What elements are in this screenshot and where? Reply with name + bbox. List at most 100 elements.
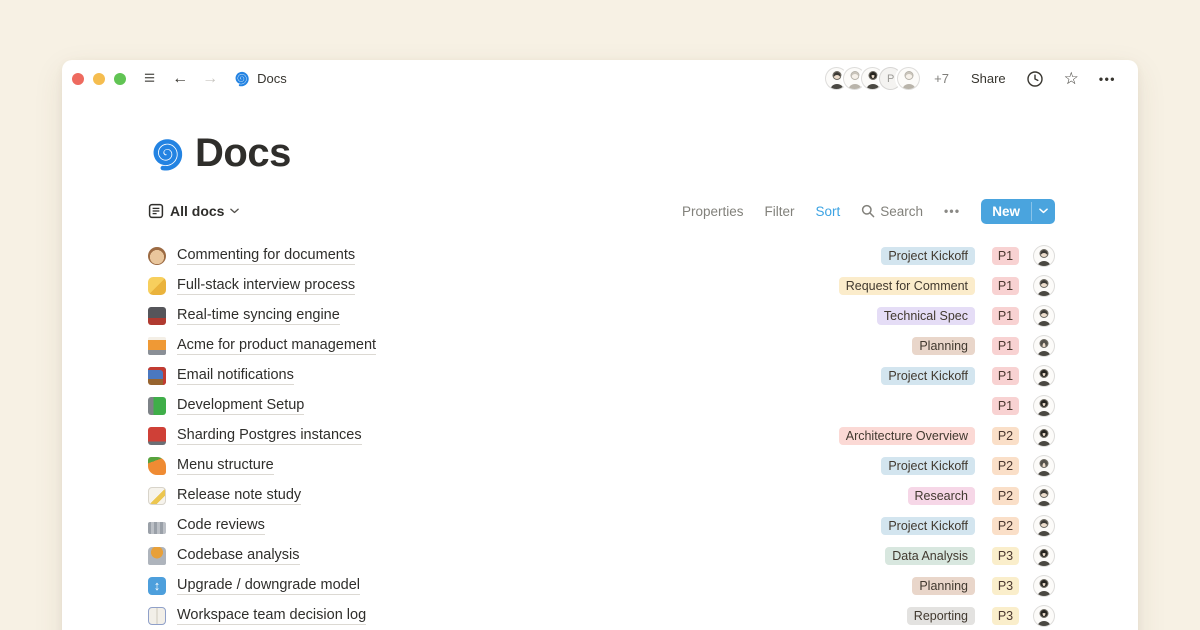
priority-badge[interactable]: P2	[992, 427, 1019, 445]
priority-badge[interactable]: P1	[992, 367, 1019, 385]
avatar-overflow-count[interactable]: +7	[934, 71, 949, 86]
doc-title[interactable]: Sharding Postgres instances	[177, 427, 362, 445]
view-switcher[interactable]: All docs	[148, 203, 239, 219]
assignee-avatar[interactable]	[1033, 245, 1055, 267]
doc-row[interactable]: Upgrade / downgrade model Planning P3	[148, 571, 1055, 601]
assignee-avatar[interactable]	[1033, 545, 1055, 567]
doc-title[interactable]: Upgrade / downgrade model	[177, 577, 360, 595]
doc-title[interactable]: Menu structure	[177, 457, 274, 475]
doc-row[interactable]: Development Setup P1	[148, 391, 1055, 421]
doc-list: Commenting for documents Project Kickoff…	[148, 241, 1055, 630]
doc-title[interactable]: Acme for product management	[177, 337, 376, 355]
page-header: Docs	[148, 133, 1055, 173]
sort-button[interactable]: Sort	[815, 204, 840, 219]
tag-badge[interactable]: Architecture Overview	[839, 427, 975, 445]
tag-badge[interactable]: Project Kickoff	[881, 517, 975, 535]
priority-badge[interactable]: P3	[992, 577, 1019, 595]
assignee-avatar[interactable]	[1033, 335, 1055, 357]
assignee-avatar[interactable]	[1033, 425, 1055, 447]
doc-row[interactable]: Full-stack interview process Request for…	[148, 271, 1055, 301]
share-button[interactable]: Share	[971, 71, 1006, 86]
new-button-label[interactable]: New	[981, 199, 1031, 224]
assignee-avatar[interactable]	[1033, 455, 1055, 477]
priority-badge[interactable]: P2	[992, 487, 1019, 505]
tag-badge[interactable]: Request for Comment	[839, 277, 975, 295]
doc-row[interactable]: Codebase analysis Data Analysis P3	[148, 541, 1055, 571]
priority-badge[interactable]: P1	[992, 397, 1019, 415]
priority-badge[interactable]: P3	[992, 547, 1019, 565]
tag-badge[interactable]: Reporting	[907, 607, 975, 625]
collaborator-avatar[interactable]	[897, 67, 920, 90]
fuel-pump-icon	[148, 427, 166, 445]
tag-badge[interactable]: Research	[908, 487, 976, 505]
assignee-avatar[interactable]	[1033, 395, 1055, 417]
priority-badge[interactable]: P2	[992, 517, 1019, 535]
doc-row[interactable]: Acme for product management Planning P1	[148, 331, 1055, 361]
search-label: Search	[880, 204, 923, 219]
doc-row[interactable]: Menu structure Project Kickoff P2	[148, 451, 1055, 481]
chevron-down-icon	[230, 208, 239, 214]
priority-badge[interactable]: P1	[992, 307, 1019, 325]
desktop-background: ≡ ← → Docs P +7 Share	[0, 0, 1200, 630]
favorite-star-icon[interactable]: ☆	[1054, 70, 1089, 87]
tag-badge[interactable]: Project Kickoff	[881, 247, 975, 265]
tag-badge[interactable]: Data Analysis	[885, 547, 975, 565]
new-button-chevron-icon[interactable]	[1032, 199, 1055, 224]
app-logo-icon	[233, 70, 250, 87]
view-more-options-icon[interactable]: •••	[944, 204, 960, 218]
doc-title[interactable]: Commenting for documents	[177, 247, 355, 265]
back-button[interactable]: ←	[165, 71, 195, 87]
doc-row[interactable]: Email notifications Project Kickoff P1	[148, 361, 1055, 391]
assignee-avatar[interactable]	[1033, 275, 1055, 297]
assignee-avatar[interactable]	[1033, 485, 1055, 507]
doc-title[interactable]: Code reviews	[177, 517, 265, 535]
doc-title[interactable]: Codebase analysis	[177, 547, 300, 565]
tag-badge[interactable]: Technical Spec	[877, 307, 975, 325]
filter-button[interactable]: Filter	[764, 204, 794, 219]
close-window-button[interactable]	[72, 73, 84, 85]
more-options-icon[interactable]: •••	[1089, 73, 1126, 85]
doc-row[interactable]: Commenting for documents Project Kickoff…	[148, 241, 1055, 271]
doc-title[interactable]: Full-stack interview process	[177, 277, 355, 295]
doc-title[interactable]: Email notifications	[177, 367, 294, 385]
technologist-icon	[148, 547, 166, 565]
tag-badge[interactable]: Planning	[912, 577, 975, 595]
assignee-avatar[interactable]	[1033, 575, 1055, 597]
assignee-avatar[interactable]	[1033, 605, 1055, 627]
truck-icon	[148, 397, 166, 415]
assignee-avatar[interactable]	[1033, 305, 1055, 327]
memo-icon	[148, 487, 166, 505]
doc-row[interactable]: Sharding Postgres instances Architecture…	[148, 421, 1055, 451]
tag-badge[interactable]: Planning	[912, 337, 975, 355]
zoom-window-button[interactable]	[114, 73, 126, 85]
history-clock-icon[interactable]	[1016, 70, 1054, 88]
new-button[interactable]: New	[981, 199, 1055, 224]
priority-badge[interactable]: P3	[992, 607, 1019, 625]
doc-title[interactable]: Real-time syncing engine	[177, 307, 340, 325]
assignee-avatar[interactable]	[1033, 365, 1055, 387]
page-logo-icon	[148, 135, 185, 172]
collaborator-avatar-stack[interactable]: P	[825, 67, 920, 90]
doc-title[interactable]: Release note study	[177, 487, 301, 505]
open-book-icon	[148, 607, 166, 625]
priority-badge[interactable]: P2	[992, 457, 1019, 475]
minimize-window-button[interactable]	[93, 73, 105, 85]
doc-title[interactable]: Development Setup	[177, 397, 304, 415]
tag-badge[interactable]: Project Kickoff	[881, 367, 975, 385]
doc-title[interactable]: Workspace team decision log	[177, 607, 366, 625]
page-content: Docs All docs Properties	[62, 97, 1138, 630]
properties-button[interactable]: Properties	[682, 204, 744, 219]
doc-row[interactable]: Code reviews Project Kickoff P2	[148, 511, 1055, 541]
crane-icon	[148, 337, 166, 355]
search-button[interactable]: Search	[861, 204, 923, 219]
forward-button: →	[195, 71, 225, 87]
doc-row[interactable]: Real-time syncing engine Technical Spec …	[148, 301, 1055, 331]
doc-row[interactable]: Release note study Research P2	[148, 481, 1055, 511]
priority-badge[interactable]: P1	[992, 277, 1019, 295]
priority-badge[interactable]: P1	[992, 247, 1019, 265]
tag-badge[interactable]: Project Kickoff	[881, 457, 975, 475]
assignee-avatar[interactable]	[1033, 515, 1055, 537]
doc-row[interactable]: Workspace team decision log Reporting P3	[148, 601, 1055, 630]
priority-badge[interactable]: P1	[992, 337, 1019, 355]
menu-icon[interactable]: ≡	[134, 69, 165, 88]
